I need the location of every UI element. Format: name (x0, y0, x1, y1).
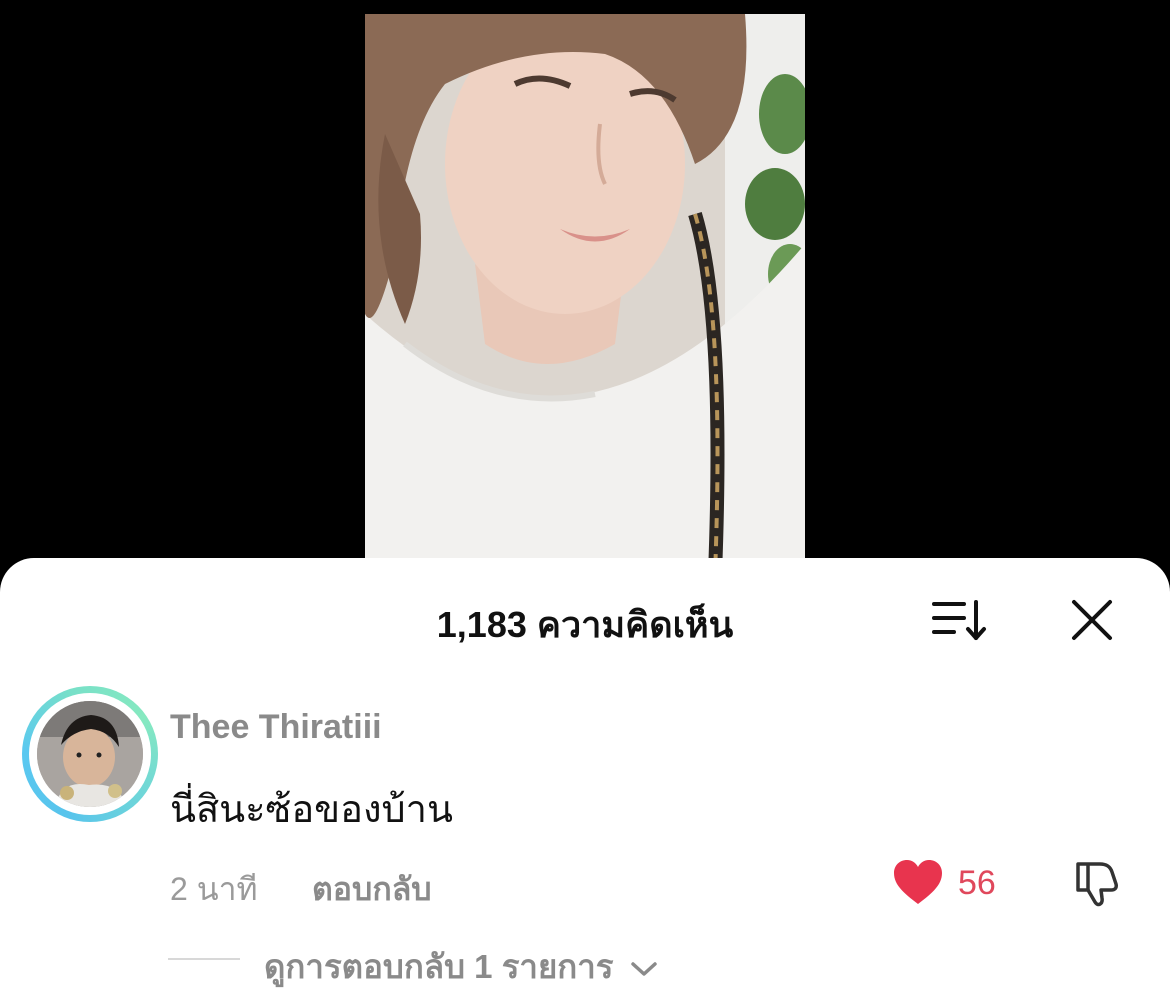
sort-icon[interactable] (932, 598, 990, 642)
chevron-down-icon (630, 962, 657, 977)
comment-text: นี่สินะซ้อของบ้าน (170, 789, 453, 831)
avatar[interactable] (22, 686, 158, 822)
comment-username[interactable]: Thee Thiratiii (170, 708, 382, 747)
avatar-image (37, 701, 143, 807)
close-icon[interactable] (1070, 598, 1114, 642)
heart-icon[interactable] (892, 858, 944, 906)
video-frame[interactable] (365, 14, 805, 574)
avatar-photo (37, 701, 143, 807)
like-count: 56 (958, 864, 996, 902)
reply-button[interactable]: ตอบกลับ (312, 864, 432, 915)
view-replies-button[interactable]: ดูการตอบกลับ 1 รายการ (264, 940, 659, 993)
replies-divider (168, 958, 240, 960)
view-replies-label: ดูการตอบกลับ 1 รายการ (264, 948, 614, 985)
video-image (365, 14, 805, 574)
comment-timestamp: 2 นาที (170, 871, 258, 907)
thumbs-down-icon[interactable] (1070, 856, 1124, 910)
comments-count-title: 1,183 ความคิดเห็น (436, 604, 734, 645)
